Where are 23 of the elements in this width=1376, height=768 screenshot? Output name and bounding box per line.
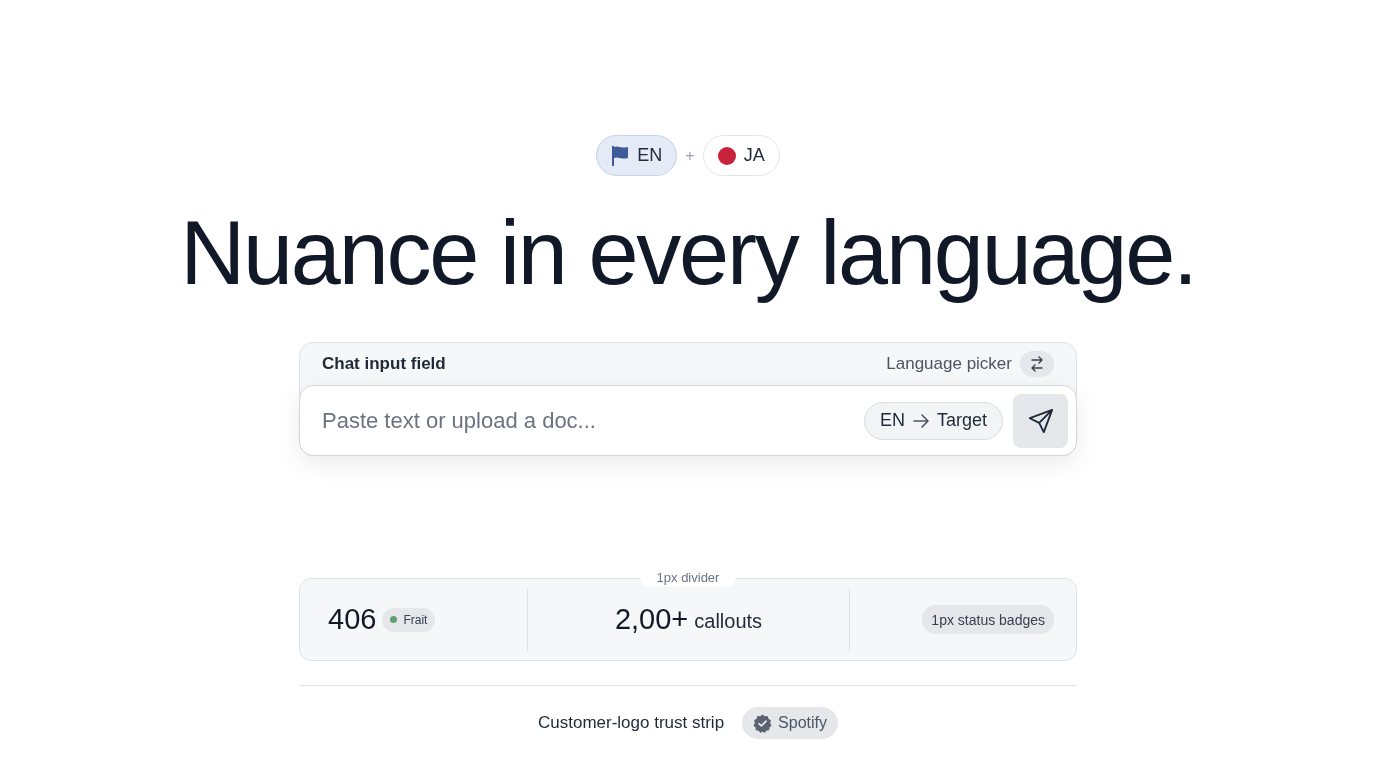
- status-badge: Frait: [382, 607, 436, 632]
- swap-icon[interactable]: [1020, 351, 1054, 377]
- send-button[interactable]: [1013, 393, 1068, 448]
- arrow-right-icon: [912, 413, 929, 428]
- stat-label: callouts: [694, 609, 763, 633]
- headline: Nuance in every language.: [180, 202, 1196, 305]
- flag-icon: [611, 145, 630, 166]
- chat-input-field[interactable]: Paste text or upload a doc... EN Target: [299, 385, 1077, 456]
- stat-value: 406: [328, 603, 377, 636]
- card-title: Chat input field: [322, 354, 446, 374]
- plus-separator: +: [685, 146, 695, 165]
- language-chip[interactable]: JA: [702, 135, 780, 176]
- language-chip[interactable]: EN: [596, 135, 678, 176]
- status-badge: 1px status badges: [922, 605, 1054, 634]
- text-input[interactable]: Paste text or upload a doc...: [322, 401, 854, 440]
- customer-logo-badge: Spotify: [742, 707, 838, 739]
- route-pill[interactable]: EN Target: [863, 401, 1003, 440]
- stat-value: 2,00+: [614, 603, 689, 636]
- send-icon: [1027, 407, 1054, 434]
- check-seal-icon: [753, 713, 773, 733]
- picker-label: Language picker: [886, 354, 1012, 374]
- dot-icon: [717, 146, 736, 165]
- trust-strip-label: Customer-logo trust strip: [537, 713, 725, 733]
